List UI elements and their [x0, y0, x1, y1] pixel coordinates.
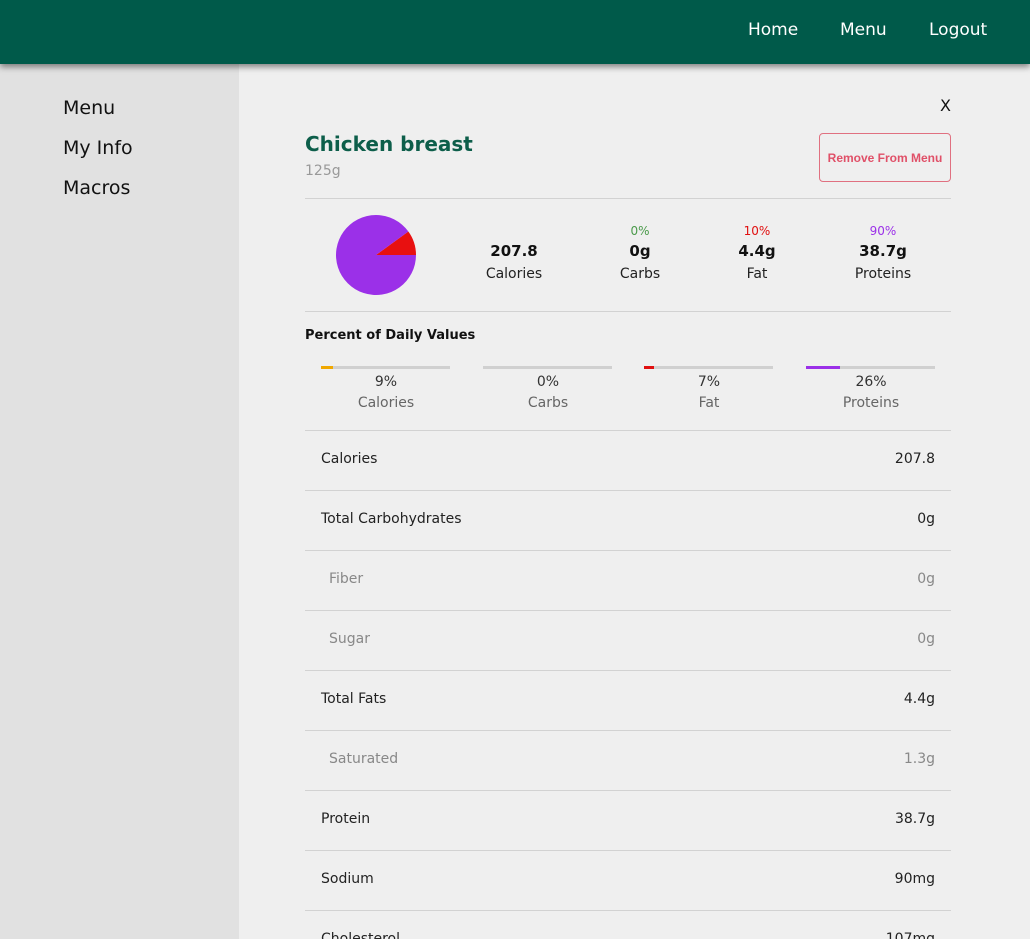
nutrient-value: 0g [917, 571, 935, 587]
progress-fill [806, 366, 840, 369]
daily-value-percent: 7% [697, 374, 721, 390]
macro-proteins-percent: 90% [869, 224, 897, 238]
nutrient-name: Cholesterol [321, 931, 401, 939]
daily-values-heading: Percent of Daily Values [305, 328, 476, 343]
nutrient-row-calories: Calories 207.8 [305, 430, 951, 490]
daily-value-label: Proteins [842, 395, 900, 411]
progress-track [483, 366, 612, 369]
pie-slice-proteins [336, 215, 416, 295]
daily-value-label: Calories [357, 395, 415, 411]
daily-value-fat: 7% Fat [644, 366, 774, 416]
nutrient-name: Fiber [329, 571, 364, 587]
nutrient-name: Total Fats [321, 691, 387, 707]
daily-value-label: Carbs [527, 395, 569, 411]
top-navbar: Home Menu Logout [0, 0, 1030, 64]
daily-value-percent: 26% [855, 374, 887, 390]
nav-logout-link[interactable]: Logout [929, 20, 987, 40]
close-button[interactable]: X [940, 96, 951, 115]
macro-carbs-label: Carbs [619, 266, 661, 282]
sidebar-item-menu[interactable]: Menu [63, 97, 115, 119]
daily-value-percent: 0% [536, 374, 560, 390]
macro-carbs-percent: 0% [630, 224, 650, 238]
daily-value-calories: 9% Calories [321, 366, 451, 416]
nav-home-link[interactable]: Home [748, 20, 798, 40]
macro-calories-label: Calories [485, 266, 543, 282]
macro-fat: 10% 4.4g Fat [707, 224, 807, 294]
macro-fat-label: Fat [746, 266, 768, 282]
food-title: Chicken breast [305, 132, 473, 156]
macro-proteins-label: Proteins [854, 266, 912, 282]
daily-value-proteins: 26% Proteins [806, 366, 936, 416]
nutrient-row-sugar: Sugar 0g [305, 610, 951, 670]
macro-fat-value: 4.4g [738, 242, 776, 260]
nutrient-value: 107mg [885, 931, 935, 939]
sidebar-item-macros[interactable]: Macros [63, 177, 130, 199]
nutrient-name: Sodium [321, 871, 374, 887]
macro-carbs: 0% 0g Carbs [590, 224, 690, 294]
macro-pie-chart [336, 215, 416, 295]
macro-fat-percent: 10% [743, 224, 771, 238]
sidebar-item-my-info[interactable]: My Info [63, 137, 133, 159]
macro-carbs-value: 0g [629, 242, 651, 260]
nutrient-row-carbohydrates: Total Carbohydrates 0g [305, 490, 951, 550]
macro-proteins-value: 38.7g [859, 242, 907, 260]
divider [305, 198, 951, 199]
nutrient-row-cholesterol: Cholesterol 107mg [305, 910, 951, 939]
nutrient-row-fiber: Fiber 0g [305, 550, 951, 610]
nutrient-value: 207.8 [894, 451, 935, 467]
nutrient-name: Calories [321, 451, 378, 467]
macro-proteins: 90% 38.7g Proteins [833, 224, 933, 294]
nutrient-row-sodium: Sodium 90mg [305, 850, 951, 910]
nutrient-value: 0g [917, 631, 935, 647]
nutrient-value: 90mg [894, 871, 935, 887]
macro-calories: 207.8 Calories [464, 224, 564, 294]
remove-from-menu-button[interactable]: Remove From Menu [819, 133, 951, 182]
nutrient-value: 4.4g [903, 691, 935, 707]
serving-size: 125g [305, 163, 341, 179]
progress-fill [644, 366, 654, 369]
progress-fill [321, 366, 333, 369]
nutrient-name: Protein [321, 811, 371, 827]
progress-track [644, 366, 773, 369]
nutrient-value: 1.3g [903, 751, 935, 767]
nutrient-name: Total Carbohydrates [321, 511, 462, 527]
nav-menu-link[interactable]: Menu [840, 20, 887, 40]
nutrient-row-saturated: Saturated 1.3g [305, 730, 951, 790]
nutrient-name: Saturated [329, 751, 399, 767]
nutrient-row-fats: Total Fats 4.4g [305, 670, 951, 730]
divider [305, 311, 951, 312]
macro-calories-value: 207.8 [490, 242, 538, 260]
nutrient-name: Sugar [329, 631, 370, 647]
progress-track [806, 366, 935, 369]
nutrient-value: 0g [917, 511, 935, 527]
progress-track [321, 366, 450, 369]
nutrient-row-protein: Protein 38.7g [305, 790, 951, 850]
daily-value-label: Fat [698, 395, 720, 411]
daily-value-carbs: 0% Carbs [483, 366, 613, 416]
daily-value-percent: 9% [374, 374, 398, 390]
nutrient-value: 38.7g [894, 811, 935, 827]
